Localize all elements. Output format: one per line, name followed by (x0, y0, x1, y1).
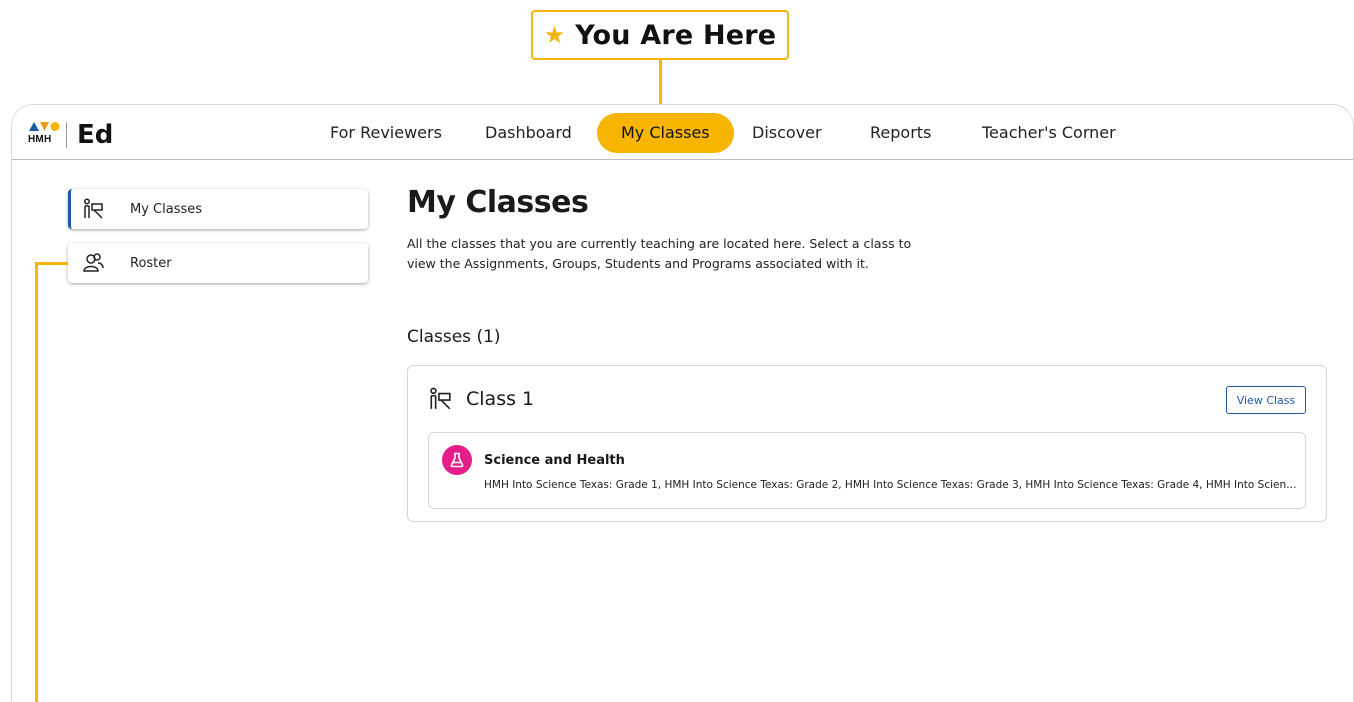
tab-reports[interactable]: Reports (846, 113, 955, 153)
hmh-wordmark: HMH (28, 134, 52, 145)
tab-dashboard[interactable]: Dashboard (461, 113, 596, 153)
program-subtitle: HMH Into Science Texas: Grade 1, HMH Int… (484, 479, 1299, 491)
class-header: Class 1 (428, 386, 534, 412)
classes-section-title: Classes (1) (407, 327, 501, 347)
star-icon: ★ (543, 21, 566, 49)
annotation-line-vertical (35, 262, 38, 702)
you-are-here-callout: ★ You Are Here (531, 10, 789, 60)
annotation-line-horizontal (35, 262, 68, 265)
view-class-button[interactable]: View Class (1226, 386, 1306, 414)
sidebar-item-roster[interactable]: Roster (68, 243, 368, 283)
ed-wordmark: Ed (77, 120, 114, 150)
program-card[interactable]: Science and Health HMH Into Science Texa… (428, 432, 1306, 509)
tab-teachers-corner[interactable]: Teacher's Corner (958, 113, 1140, 153)
sidebar-item-label: My Classes (130, 201, 203, 217)
sidebar-item-my-classes[interactable]: My Classes (68, 189, 368, 229)
roster-icon (82, 252, 104, 274)
tab-for-reviewers[interactable]: For Reviewers (306, 113, 466, 153)
hmh-logo-mark: HMH (28, 121, 60, 149)
class-name: Class 1 (466, 388, 535, 410)
classroom-icon (82, 198, 104, 220)
callout-label: You Are Here (575, 19, 777, 51)
page-description: All the classes that you are currently t… (407, 236, 912, 271)
logo-divider (66, 122, 67, 148)
tab-my-classes[interactable]: My Classes (597, 113, 734, 153)
program-title: Science and Health (484, 453, 625, 468)
classroom-icon (428, 386, 452, 412)
hmh-logo-shapes-icon (29, 122, 60, 131)
screenshot-stage: ★ You Are Here HMH Ed For Reviewers Dash… (0, 0, 1354, 702)
flask-icon (442, 445, 472, 475)
hmh-ed-logo[interactable]: HMH Ed (28, 121, 113, 149)
app-window: HMH Ed For Reviewers Dashboard My Classe… (11, 104, 1354, 702)
page-title: My Classes (407, 185, 589, 220)
class-card: Class 1 View Class Science and Health HM… (407, 365, 1327, 522)
tab-discover[interactable]: Discover (728, 113, 846, 153)
sidebar-item-label: Roster (130, 255, 172, 271)
top-navigation: HMH Ed For Reviewers Dashboard My Classe… (12, 105, 1353, 160)
